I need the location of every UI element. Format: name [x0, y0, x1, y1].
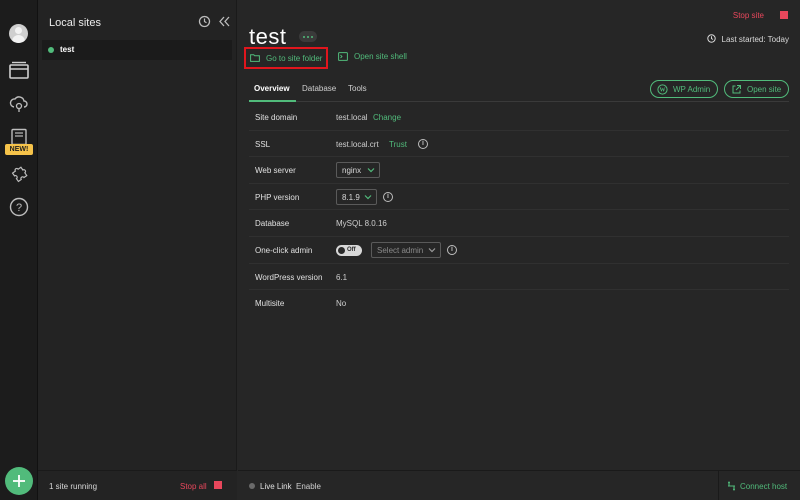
- sites-panel: Local sites test: [38, 0, 237, 500]
- open-site-button[interactable]: Open site: [724, 80, 789, 98]
- detail-row-wordpress-version: WordPress version 6.1: [249, 264, 789, 291]
- ssl-cert-value: test.local.crt: [336, 139, 379, 149]
- connect-host-button[interactable]: Connect host: [740, 482, 787, 491]
- wp-admin-button[interactable]: W WP Admin: [650, 80, 718, 98]
- php-version-value: 8.1.9: [342, 192, 360, 202]
- icon-rail: NEW! ?: [0, 0, 38, 500]
- go-to-site-folder-button[interactable]: Go to site folder: [244, 47, 328, 69]
- sites-icon[interactable]: [8, 59, 30, 81]
- info-icon[interactable]: i: [447, 244, 457, 255]
- database-value: MySQL 8.0.16: [336, 219, 387, 229]
- web-server-value: nginx: [342, 166, 362, 176]
- svg-text:W: W: [660, 88, 666, 94]
- detail-row-one-click-admin: One-click admin Off Select admin i: [249, 237, 789, 264]
- detail-row-database: Database MySQL 8.0.16: [249, 210, 789, 237]
- select-admin-dropdown[interactable]: Select admin: [371, 241, 441, 258]
- active-tab-indicator: [249, 100, 296, 102]
- tab-overview[interactable]: Overview: [254, 84, 290, 93]
- go-to-site-folder-label: Go to site folder: [266, 53, 323, 63]
- open-site-shell-button[interactable]: Open site shell: [338, 52, 407, 61]
- plus-icon: [13, 475, 25, 487]
- site-details: Site domain test.local Change SSL test.l…: [249, 104, 789, 317]
- web-server-select[interactable]: nginx: [336, 162, 380, 179]
- collapse-sidebar-icon[interactable]: [218, 15, 232, 29]
- help-icon[interactable]: ?: [8, 196, 30, 218]
- new-badge: NEW!: [5, 144, 33, 155]
- trust-ssl-link[interactable]: Trust: [389, 140, 407, 149]
- stop-all-button[interactable]: Stop all: [180, 482, 207, 491]
- detail-row-php-version: PHP version 8.1.9 i: [249, 184, 789, 211]
- site-domain-value: test.local: [336, 113, 368, 122]
- wp-admin-label: WP Admin: [673, 84, 711, 94]
- tab-tools[interactable]: Tools: [348, 84, 367, 93]
- detail-label: Web server: [255, 166, 296, 176]
- site-list-item-name: test: [60, 45, 75, 54]
- add-site-button[interactable]: [5, 467, 33, 495]
- detail-label: Database: [255, 219, 290, 229]
- open-site-label: Open site: [747, 84, 782, 94]
- select-admin-placeholder: Select admin: [377, 245, 424, 255]
- one-click-admin-toggle[interactable]: Off: [336, 244, 362, 256]
- sites-panel-title: Local sites: [49, 17, 101, 29]
- sites-footer: 1 site running Stop all: [38, 470, 237, 500]
- php-version-select[interactable]: 8.1.9: [336, 188, 377, 205]
- detail-row-site-domain: Site domain test.local Change: [249, 104, 789, 131]
- svg-text:?: ?: [16, 202, 22, 214]
- chevron-down-icon: [367, 168, 375, 173]
- addons-puzzle-icon[interactable]: [8, 162, 30, 184]
- external-link-icon: [732, 85, 741, 94]
- detail-label: WordPress version: [255, 272, 323, 282]
- history-icon[interactable]: [198, 15, 212, 29]
- info-icon[interactable]: i: [383, 191, 393, 202]
- stop-site-button[interactable]: Stop site: [733, 11, 764, 20]
- detail-row-multisite: Multisite No: [249, 290, 789, 317]
- last-started: Last started: Today: [721, 35, 789, 44]
- detail-label: One-click admin: [255, 245, 313, 255]
- info-icon[interactable]: i: [418, 138, 428, 149]
- live-link-status-dot: [249, 483, 255, 489]
- connect-host-icon: [728, 481, 735, 491]
- stop-all-icon[interactable]: [214, 481, 222, 489]
- divider: [718, 471, 719, 500]
- enable-live-link-button[interactable]: Enable: [296, 482, 321, 491]
- stop-site-icon[interactable]: [780, 11, 788, 19]
- site-list-item[interactable]: test: [42, 40, 232, 60]
- clock-icon: [707, 34, 716, 43]
- chevron-down-icon: [364, 194, 372, 200]
- more-options-button[interactable]: [299, 31, 317, 42]
- live-link-label: Live Link: [260, 482, 292, 491]
- tab-database[interactable]: Database: [302, 84, 336, 93]
- multisite-value: No: [336, 299, 347, 309]
- detail-row-ssl: SSL test.local.crt Trust i: [249, 131, 789, 158]
- detail-row-web-server: Web server nginx: [249, 157, 789, 184]
- folder-icon: [250, 54, 260, 62]
- detail-label: Multisite: [255, 299, 285, 309]
- open-site-shell-label: Open site shell: [354, 52, 407, 61]
- detail-label: PHP version: [255, 192, 300, 202]
- running-status-dot: [48, 47, 54, 53]
- running-count: 1 site running: [49, 482, 98, 491]
- avatar[interactable]: [9, 24, 28, 43]
- bottom-bar: Live Link Enable Connect host: [238, 470, 800, 500]
- detail-label: SSL: [255, 139, 271, 149]
- terminal-icon: [338, 52, 348, 61]
- wordpress-version-value: 6.1: [336, 272, 348, 282]
- site-overview: Stop site test Last started: Today Go to…: [238, 0, 800, 470]
- detail-label: Site domain: [255, 113, 298, 122]
- wordpress-icon: W: [657, 84, 668, 95]
- cloud-connect-icon[interactable]: [8, 93, 30, 115]
- change-domain-link[interactable]: Change: [373, 113, 401, 122]
- chevron-down-icon: [428, 248, 436, 253]
